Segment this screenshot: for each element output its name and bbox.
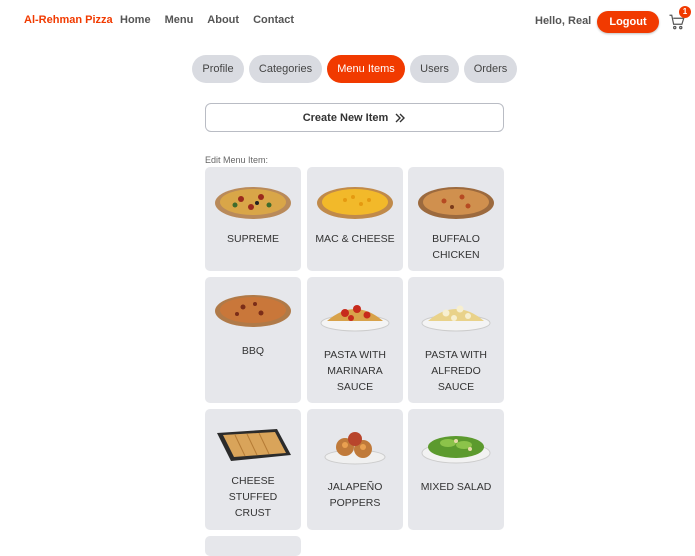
- menu-item-name: PASTA WITH MARINARA SAUCE: [323, 349, 387, 393]
- tab-users[interactable]: Users: [410, 55, 459, 83]
- tab-profile[interactable]: Profile: [192, 55, 244, 83]
- main-nav: Home Menu About Contact: [120, 14, 294, 26]
- menu-item-card-pasta-alfredo[interactable]: PASTA WITH ALFREDO SAUCE: [408, 277, 504, 403]
- menu-item-name: PASTA WITH ALFREDO SAUCE: [424, 349, 488, 393]
- menu-item-name: CHEESE STUFFED CRUST: [228, 475, 278, 519]
- menu-item-card-mixed-salad[interactable]: MIXED SALAD: [408, 409, 504, 530]
- nav-link-about[interactable]: About: [207, 14, 239, 26]
- menu-item-name: MAC & CHEESE: [315, 233, 395, 245]
- menu-item-name: JALAPEÑO POPPERS: [327, 481, 383, 509]
- menu-item-card-cheese-stuffed-crust[interactable]: CHEESE STUFFED CRUST: [205, 409, 301, 530]
- nav-link-home[interactable]: Home: [120, 14, 151, 26]
- menu-item-card-mac-cheese[interactable]: MAC & CHEESE: [307, 167, 403, 271]
- menu-item-card-buffalo-chicken[interactable]: BUFFALO CHICKEN: [408, 167, 504, 271]
- edit-menu-item-heading: Edit Menu Item:: [205, 155, 269, 165]
- pasta-marinara-icon: [320, 305, 390, 332]
- menu-item-card-pasta-marinara[interactable]: PASTA WITH MARINARA SAUCE: [307, 277, 403, 403]
- menu-item-name: BUFFALO CHICKEN: [432, 233, 480, 261]
- tab-menu-items[interactable]: Menu Items: [327, 55, 405, 83]
- menu-item-name: BBQ: [241, 345, 265, 357]
- pizza-buffalo-icon: [418, 187, 494, 219]
- breadsticks-icon: [217, 429, 291, 461]
- menu-item-card-jalapeno-poppers[interactable]: JALAPEÑO POPPERS: [307, 409, 403, 530]
- cart-count-badge: 1: [679, 6, 691, 18]
- menu-item-name: MIXED SALAD: [420, 481, 492, 493]
- create-new-item-label: Create New Item: [302, 111, 389, 124]
- menu-item-card-partial[interactable]: [205, 536, 301, 556]
- logout-button[interactable]: Logout: [597, 11, 659, 33]
- menu-item-card-supreme[interactable]: SUPREME: [205, 167, 301, 271]
- brand-logo-text[interactable]: Al-Rehman Pizza: [24, 14, 113, 26]
- poppers-icon: [324, 432, 386, 465]
- top-navbar: Al-Rehman Pizza Home Menu About Contact …: [0, 0, 695, 42]
- menu-item-name: SUPREME: [227, 233, 279, 245]
- create-new-item-button[interactable]: Create New Item: [205, 103, 504, 132]
- pizza-mac-cheese-icon: [317, 187, 393, 219]
- user-greeting: Hello, Real: [535, 15, 592, 27]
- tab-categories[interactable]: Categories: [249, 55, 322, 83]
- pasta-alfredo-icon: [421, 305, 491, 332]
- nav-link-menu[interactable]: Menu: [165, 14, 194, 26]
- menu-item-card-bbq[interactable]: BBQ: [205, 277, 301, 403]
- tab-orders[interactable]: Orders: [464, 55, 517, 83]
- pizza-supreme-icon: [215, 187, 291, 219]
- pizza-bbq-icon: [215, 295, 291, 327]
- double-chevron-right-icon: [395, 113, 406, 122]
- nav-link-contact[interactable]: Contact: [253, 14, 294, 26]
- salad-icon: [421, 436, 491, 464]
